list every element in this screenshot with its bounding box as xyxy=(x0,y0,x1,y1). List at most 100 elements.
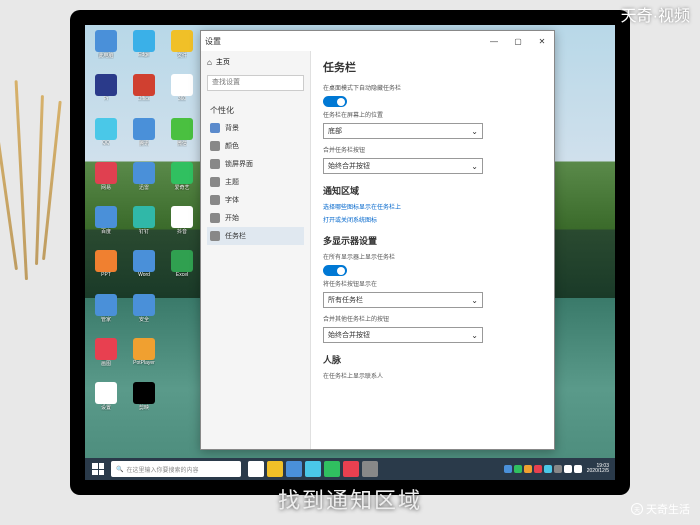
sidebar-item-0[interactable]: 背景 xyxy=(207,119,304,137)
notify-link-system[interactable]: 打开或关闭系统图标 xyxy=(323,215,542,224)
desktop-icon[interactable]: 画图 xyxy=(90,338,122,376)
app-icon xyxy=(95,30,117,52)
minimize-button[interactable]: — xyxy=(486,33,502,49)
close-button[interactable]: ✕ xyxy=(534,33,550,49)
lock-taskbar-toggle[interactable] xyxy=(323,96,347,107)
tray-icon-3[interactable] xyxy=(534,465,542,473)
sidebar-icon xyxy=(210,141,220,151)
desktop-icon[interactable]: 剪映 xyxy=(128,382,160,420)
watermark-top-right: 天奇·视频 xyxy=(621,2,690,26)
taskbar-app-6[interactable] xyxy=(362,461,378,477)
sidebar-item-6[interactable]: 任务栏 xyxy=(207,227,304,245)
desktop-icon[interactable]: 迅雷 xyxy=(128,162,160,200)
taskbar-app-5[interactable] xyxy=(343,461,359,477)
desktop-icon[interactable]: PotPlayer xyxy=(128,338,160,376)
icon-label: 管家 xyxy=(101,316,111,323)
taskbar-app-2[interactable] xyxy=(286,461,302,477)
taskbar-app-4[interactable] xyxy=(324,461,340,477)
tray-icon-5[interactable] xyxy=(554,465,562,473)
taskbar-app-1[interactable] xyxy=(267,461,283,477)
tray-clock[interactable]: 19:03 2020/12/5 xyxy=(584,464,612,475)
search-icon: 🔍 xyxy=(116,466,123,473)
desktop-icon[interactable]: 抖音 xyxy=(166,206,198,244)
section-notification: 通知区域 xyxy=(323,184,542,197)
sidebar-label: 背景 xyxy=(225,123,239,133)
tray-icon-7[interactable] xyxy=(574,465,582,473)
desktop-icon[interactable]: Excel xyxy=(166,250,198,288)
tray-icon-6[interactable] xyxy=(564,465,572,473)
icon-label: 剪映 xyxy=(139,404,149,411)
desktop-icon[interactable]: 腾讯 xyxy=(128,118,160,156)
tray-icon-2[interactable] xyxy=(524,465,532,473)
maximize-button[interactable]: ▢ xyxy=(510,33,526,49)
screen: 此电脑Edge文件回收站PrOffice360文档QQ腾讯微信工具网易迅雷爱奇艺… xyxy=(85,25,615,480)
desktop-icon[interactable]: 百度 xyxy=(90,206,122,244)
tray-icon-1[interactable] xyxy=(514,465,522,473)
watermark-logo-icon: 天 xyxy=(631,503,643,515)
taskbar-apps xyxy=(248,461,378,477)
sidebar-label: 主题 xyxy=(225,177,239,187)
desktop-icon[interactable]: 网易 xyxy=(90,162,122,200)
sidebar-item-4[interactable]: 字体 xyxy=(207,191,304,209)
icon-label: Excel xyxy=(176,272,188,278)
section-multidisplay: 多显示器设置 xyxy=(323,234,542,247)
app-icon xyxy=(133,30,155,52)
multi-merge-dropdown[interactable]: 始终合并按钮 xyxy=(323,327,483,343)
desktop-icon[interactable]: 此电脑 xyxy=(90,30,122,68)
icon-label: 网易 xyxy=(101,184,111,191)
desktop-icon[interactable]: 爱奇艺 xyxy=(166,162,198,200)
app-icon xyxy=(133,118,155,140)
desktop-icon[interactable]: 钉钉 xyxy=(128,206,160,244)
settings-content[interactable]: 任务栏 在桌面模式下自动隐藏任务栏 任务栏在屏幕上的位置 底部 合并任务栏按钮 … xyxy=(311,51,554,449)
start-button[interactable] xyxy=(88,459,108,479)
multi-show-toggle[interactable] xyxy=(323,265,347,276)
multi-combine-label: 将任务栏按钮显示在 xyxy=(323,279,542,288)
icon-label: 文件 xyxy=(177,52,187,59)
combine-dropdown[interactable]: 始终合并按钮 xyxy=(323,158,483,174)
sidebar-item-3[interactable]: 主题 xyxy=(207,173,304,191)
position-label: 任务栏在屏幕上的位置 xyxy=(323,110,542,119)
sidebar-item-5[interactable]: 开始 xyxy=(207,209,304,227)
icon-label: PotPlayer xyxy=(133,360,155,366)
desktop-icon[interactable]: 360 xyxy=(166,74,198,112)
app-icon xyxy=(95,294,117,316)
taskbar-app-0[interactable] xyxy=(248,461,264,477)
tray-icon-4[interactable] xyxy=(544,465,552,473)
sidebar-section-header: 个性化 xyxy=(207,99,304,119)
sidebar-icon xyxy=(210,177,220,187)
sidebar-icon xyxy=(210,159,220,169)
app-icon xyxy=(133,162,155,184)
desktop-icon[interactable]: PPT xyxy=(90,250,122,288)
notify-link-icons[interactable]: 选择哪些图标显示在任务栏上 xyxy=(323,202,542,211)
icon-label: 微信 xyxy=(177,140,187,147)
multi-combine-dropdown[interactable]: 所有任务栏 xyxy=(323,292,483,308)
sidebar-item-1[interactable]: 颜色 xyxy=(207,137,304,155)
app-icon xyxy=(171,250,193,272)
taskbar-search[interactable]: 🔍 在这里输入你要搜索的内容 xyxy=(111,461,241,477)
app-icon xyxy=(95,382,117,404)
window-titlebar: 设置 — ▢ ✕ xyxy=(201,31,554,51)
settings-search-input[interactable] xyxy=(207,75,304,91)
desktop-icon[interactable]: Office xyxy=(128,74,160,112)
sidebar-item-2[interactable]: 锁屏界面 xyxy=(207,155,304,173)
tray-icon-0[interactable] xyxy=(504,465,512,473)
position-dropdown[interactable]: 底部 xyxy=(323,123,483,139)
desktop-icon[interactable]: Word xyxy=(128,250,160,288)
home-icon[interactable]: ⌂ xyxy=(207,58,212,67)
desktop-icon[interactable]: Pr xyxy=(90,74,122,112)
desktop-icon[interactable]: 文件 xyxy=(166,30,198,68)
desktop-icon[interactable]: 微信 xyxy=(166,118,198,156)
settings-sidebar: ⌂ 主页 个性化 背景颜色锁屏界面主题字体开始任务栏 xyxy=(201,51,311,449)
taskbar-app-3[interactable] xyxy=(305,461,321,477)
sidebar-label: 锁屏界面 xyxy=(225,159,253,169)
windows-taskbar: 🔍 在这里输入你要搜索的内容 19:03 2020/12/5 xyxy=(85,458,615,480)
desktop-icon[interactable]: 设置 xyxy=(90,382,122,420)
desktop-icon[interactable]: 管家 xyxy=(90,294,122,332)
desktop-icon[interactable]: Edge xyxy=(128,30,160,68)
app-icon xyxy=(95,118,117,140)
desktop-icon[interactable]: 安全 xyxy=(128,294,160,332)
app-icon xyxy=(133,382,155,404)
section-people: 人脉 xyxy=(323,353,542,366)
sidebar-icon xyxy=(210,231,220,241)
desktop-icon[interactable]: QQ xyxy=(90,118,122,156)
